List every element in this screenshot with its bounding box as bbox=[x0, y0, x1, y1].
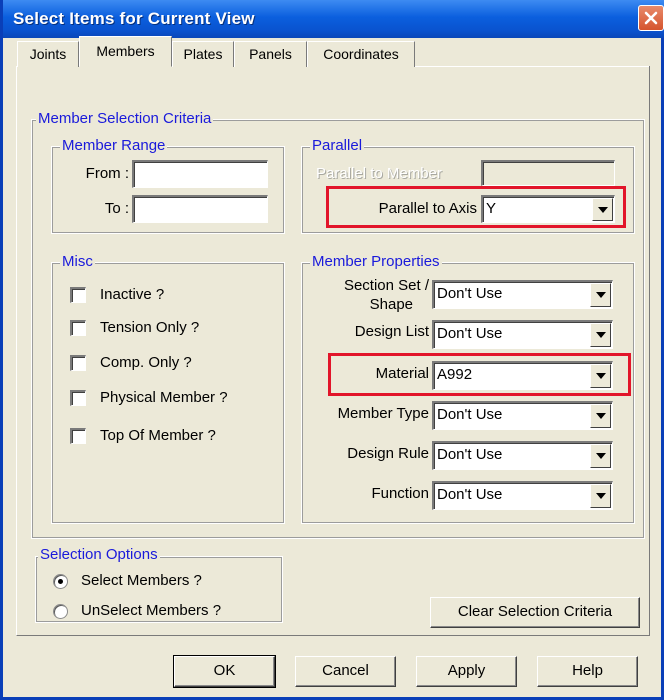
section-set-select[interactable]: Don't Use bbox=[432, 280, 613, 309]
design-list-select[interactable]: Don't Use bbox=[432, 320, 613, 349]
highlight-material bbox=[328, 353, 631, 396]
inactive-checkbox[interactable] bbox=[70, 287, 86, 303]
design-rule-label: Design Rule bbox=[347, 445, 429, 462]
parallel-to-member-input[interactable] bbox=[481, 160, 615, 186]
window-title: Select Items for Current View bbox=[13, 9, 255, 28]
dropdown-arrow-icon[interactable] bbox=[590, 444, 611, 468]
inactive-label: Inactive ? bbox=[100, 286, 165, 303]
parallel-to-member-label: Parallel to Member bbox=[316, 165, 442, 182]
select-items-dialog: Select Items for Current View Joints Mem… bbox=[0, 0, 664, 700]
select-members-radio[interactable] bbox=[53, 574, 68, 589]
apply-button[interactable]: Apply bbox=[416, 656, 517, 687]
from-input[interactable] bbox=[132, 160, 268, 188]
design-list-label: Design List bbox=[354, 323, 429, 340]
member-properties-label: Member Properties bbox=[310, 253, 442, 270]
section-set-label: Section Set / bbox=[343, 277, 429, 294]
select-members-label: Select Members ? bbox=[81, 572, 202, 589]
dropdown-arrow-icon[interactable] bbox=[590, 404, 611, 428]
from-label: From : bbox=[85, 165, 129, 182]
design-rule-value: Don't Use bbox=[437, 446, 503, 463]
section-shape-label: Shape bbox=[369, 296, 413, 313]
selection-options-label: Selection Options bbox=[38, 546, 160, 563]
function-value: Don't Use bbox=[437, 486, 503, 503]
tension-only-checkbox[interactable] bbox=[70, 320, 86, 336]
to-input[interactable] bbox=[132, 195, 268, 223]
highlight-parallel-to-axis bbox=[326, 186, 626, 228]
ok-button[interactable]: OK bbox=[173, 655, 276, 688]
misc-label: Misc bbox=[60, 253, 95, 270]
physical-member-label: Physical Member ? bbox=[100, 389, 228, 406]
unselect-members-label: UnSelect Members ? bbox=[81, 602, 222, 619]
tab-coordinates[interactable]: Coordinates bbox=[307, 41, 415, 67]
parallel-label: Parallel bbox=[310, 137, 365, 154]
unselect-members-radio[interactable] bbox=[53, 604, 68, 619]
to-label: To : bbox=[104, 200, 129, 217]
title-bar[interactable]: Select Items for Current View bbox=[3, 0, 664, 38]
section-set-value: Don't Use bbox=[437, 285, 503, 302]
tension-only-label: Tension Only ? bbox=[100, 319, 200, 336]
tab-plates[interactable]: Plates bbox=[172, 41, 234, 67]
cancel-button[interactable]: Cancel bbox=[295, 656, 396, 687]
comp-only-label: Comp. Only ? bbox=[100, 354, 192, 371]
design-list-value: Don't Use bbox=[437, 325, 503, 342]
function-label: Function bbox=[371, 485, 429, 502]
tab-panels[interactable]: Panels bbox=[234, 41, 307, 67]
member-range-label: Member Range bbox=[60, 137, 168, 154]
member-selection-criteria-label: Member Selection Criteria bbox=[36, 110, 214, 127]
comp-only-checkbox[interactable] bbox=[70, 355, 86, 371]
close-button[interactable] bbox=[638, 5, 664, 31]
member-type-label: Member Type bbox=[337, 405, 429, 422]
top-of-member-checkbox[interactable] bbox=[70, 428, 86, 444]
clear-selection-criteria-button[interactable]: Clear Selection Criteria bbox=[430, 597, 640, 628]
radio-selected-dot bbox=[58, 579, 63, 584]
dropdown-arrow-icon[interactable] bbox=[590, 283, 611, 307]
dropdown-arrow-icon[interactable] bbox=[590, 323, 611, 347]
member-type-select[interactable]: Don't Use bbox=[432, 401, 613, 430]
top-of-member-label: Top Of Member ? bbox=[100, 427, 216, 444]
function-select[interactable]: Don't Use bbox=[432, 481, 613, 510]
help-button[interactable]: Help bbox=[537, 656, 638, 687]
tab-joints[interactable]: Joints bbox=[17, 41, 79, 67]
member-type-value: Don't Use bbox=[437, 406, 503, 423]
close-icon bbox=[644, 11, 658, 25]
dropdown-arrow-icon[interactable] bbox=[590, 484, 611, 508]
tab-members[interactable]: Members bbox=[79, 36, 172, 67]
design-rule-select[interactable]: Don't Use bbox=[432, 441, 613, 470]
physical-member-checkbox[interactable] bbox=[70, 390, 86, 406]
